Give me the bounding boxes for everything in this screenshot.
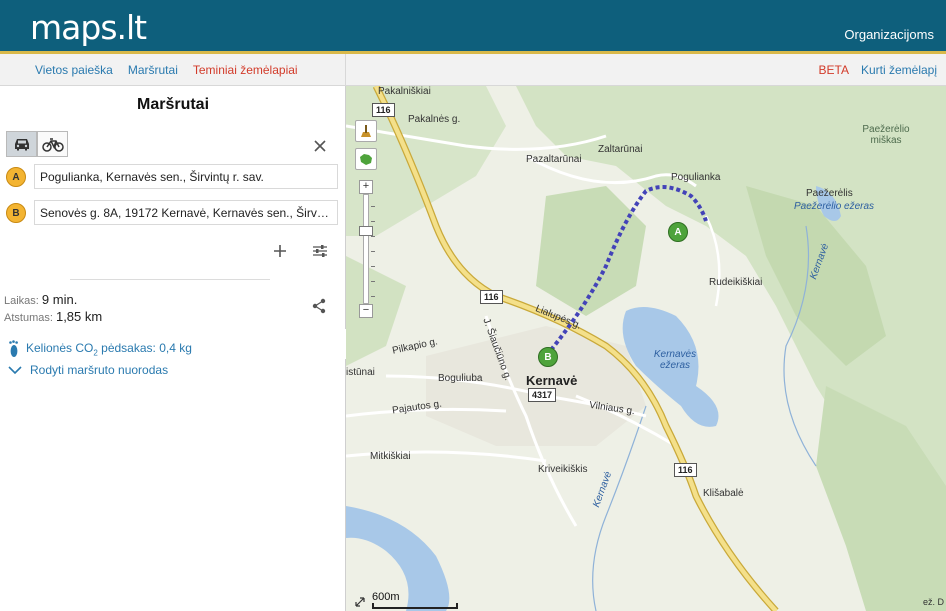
label-pakalnes: Pakalnės g. bbox=[408, 114, 461, 125]
organizations-link[interactable]: Organizacijoms bbox=[844, 27, 934, 42]
route-pin-b[interactable]: B bbox=[538, 347, 558, 367]
measure-tool-button[interactable] bbox=[355, 120, 377, 142]
zoom-tick bbox=[371, 206, 375, 207]
label-kernaves-ezeras: Kernavės ežeras bbox=[653, 349, 697, 371]
maps-logo[interactable]: maps.lt bbox=[30, 8, 147, 47]
show-directions-link[interactable]: Rodyti maršruto nuorodas bbox=[8, 363, 168, 377]
road-badge-116-north: 116 bbox=[372, 103, 395, 117]
map-attribution: ež. D bbox=[922, 597, 944, 607]
point-b-marker: B bbox=[6, 203, 26, 223]
expand-icon[interactable] bbox=[354, 596, 366, 608]
label-boguliuba: Boguliuba bbox=[438, 373, 483, 384]
label-istunai: istūnai bbox=[346, 367, 375, 378]
zoom-tick bbox=[371, 296, 375, 297]
zoom-tick bbox=[371, 236, 375, 237]
layers-tool-button[interactable] bbox=[355, 148, 377, 170]
label-kriveikiskis: Kriveikiškis bbox=[538, 464, 588, 475]
label-pazaltarunai: Pazaltarūnai bbox=[526, 154, 582, 165]
origin-input[interactable] bbox=[34, 164, 338, 189]
zoom-tick bbox=[371, 281, 375, 282]
label-kernave-town: Kernavė bbox=[526, 373, 578, 388]
share-icon[interactable] bbox=[311, 298, 327, 314]
nav-place-search[interactable]: Vietos paieška bbox=[35, 63, 113, 77]
time-value: 9 min. bbox=[41, 292, 78, 307]
label-mitkiskiai: Mitkiškiai bbox=[370, 451, 411, 462]
scale-line bbox=[372, 603, 458, 609]
separator bbox=[70, 279, 270, 280]
co2-footprint: Kelionės CO2 pėdsakas: 0,4 kg bbox=[8, 340, 192, 358]
bicycle-mode-button[interactable] bbox=[37, 131, 68, 157]
directions-label: Rodyti maršruto nuorodas bbox=[30, 363, 169, 377]
distance-label: Atstumas: bbox=[4, 312, 53, 324]
scale-group: 600m bbox=[372, 591, 458, 609]
zoom-out-button[interactable]: − bbox=[359, 304, 373, 318]
road-badge-116-mid: 116 bbox=[480, 290, 503, 304]
close-icon[interactable] bbox=[312, 138, 328, 154]
map-view[interactable]: Pakalniškiai Pakalnės g. Pazaltarūnai Za… bbox=[346, 86, 946, 611]
car-icon bbox=[14, 139, 29, 151]
create-map-link[interactable]: Kurti žemėlapį bbox=[861, 63, 937, 77]
label-klisabale: Klišabalė bbox=[703, 488, 744, 499]
route-pin-a[interactable]: A bbox=[668, 222, 688, 242]
time-label: Laikas: bbox=[4, 295, 39, 307]
route-options-icon[interactable] bbox=[311, 243, 329, 259]
zoom-tick bbox=[371, 221, 375, 222]
label-rudeikiskiai: Rudeikiškiai bbox=[709, 277, 763, 288]
label-pakalniskiai: Pakalniškiai bbox=[378, 86, 431, 97]
add-waypoint-icon[interactable] bbox=[272, 243, 288, 259]
beta-label: BETA bbox=[818, 63, 849, 77]
label-paezerelis: Paežerėlis bbox=[806, 188, 853, 199]
zoom-tick bbox=[371, 266, 375, 267]
broom-icon bbox=[361, 125, 371, 137]
scale-label: 600m bbox=[372, 591, 400, 603]
footprint-icon bbox=[9, 340, 18, 357]
zoom-in-button[interactable]: + bbox=[359, 180, 373, 194]
nav-right: BETA Kurti žemėlapį bbox=[819, 63, 937, 77]
travel-time: Laikas: 9 min. bbox=[4, 292, 77, 307]
label-paezerelio-miskas: Paežerėlio miškas bbox=[862, 124, 910, 146]
nav-routes[interactable]: Maršrutai bbox=[128, 63, 178, 77]
distance-value: 1,85 km bbox=[55, 309, 103, 324]
route-panel: Maršrutai A B Lai bbox=[0, 86, 346, 611]
label-paezerelio-ezeras: Paežerėlio ežeras bbox=[794, 201, 875, 212]
top-bar: maps.lt Organizacijoms bbox=[0, 0, 946, 53]
nav-thematic-maps[interactable]: Teminiai žemėlapiai bbox=[193, 63, 298, 77]
point-a-marker: A bbox=[6, 167, 26, 187]
co2-text: Kelionės CO2 pėdsakas: 0,4 kg bbox=[26, 340, 192, 358]
zoom-slider-handle[interactable] bbox=[359, 226, 373, 236]
map-base bbox=[346, 86, 946, 611]
scale-bar: 600m bbox=[354, 591, 458, 609]
nav-bar: Vietos paieška Maršrutai Teminiai žemėla… bbox=[0, 54, 946, 86]
car-mode-button[interactable] bbox=[6, 131, 37, 157]
nav-links: Vietos paieška Maršrutai Teminiai žemėla… bbox=[35, 63, 298, 77]
label-pogulianka: Pogulianka bbox=[671, 172, 721, 183]
zoom-slider-track[interactable] bbox=[363, 194, 369, 304]
bicycle-icon bbox=[41, 137, 64, 152]
road-badge-116-south: 116 bbox=[674, 463, 697, 477]
travel-mode-group bbox=[6, 131, 68, 157]
travel-distance: Atstumas: 1,85 km bbox=[4, 309, 102, 324]
country-map-icon bbox=[360, 154, 372, 165]
destination-input[interactable] bbox=[34, 200, 338, 225]
panel-title: Maršrutai bbox=[136, 96, 210, 113]
nav-divider bbox=[345, 54, 346, 86]
chevron-down-icon bbox=[8, 365, 22, 374]
road-badge-4317: 4317 bbox=[528, 388, 557, 402]
label-zaltarunai: Zaltarūnai bbox=[598, 144, 643, 155]
zoom-tick bbox=[371, 251, 375, 252]
